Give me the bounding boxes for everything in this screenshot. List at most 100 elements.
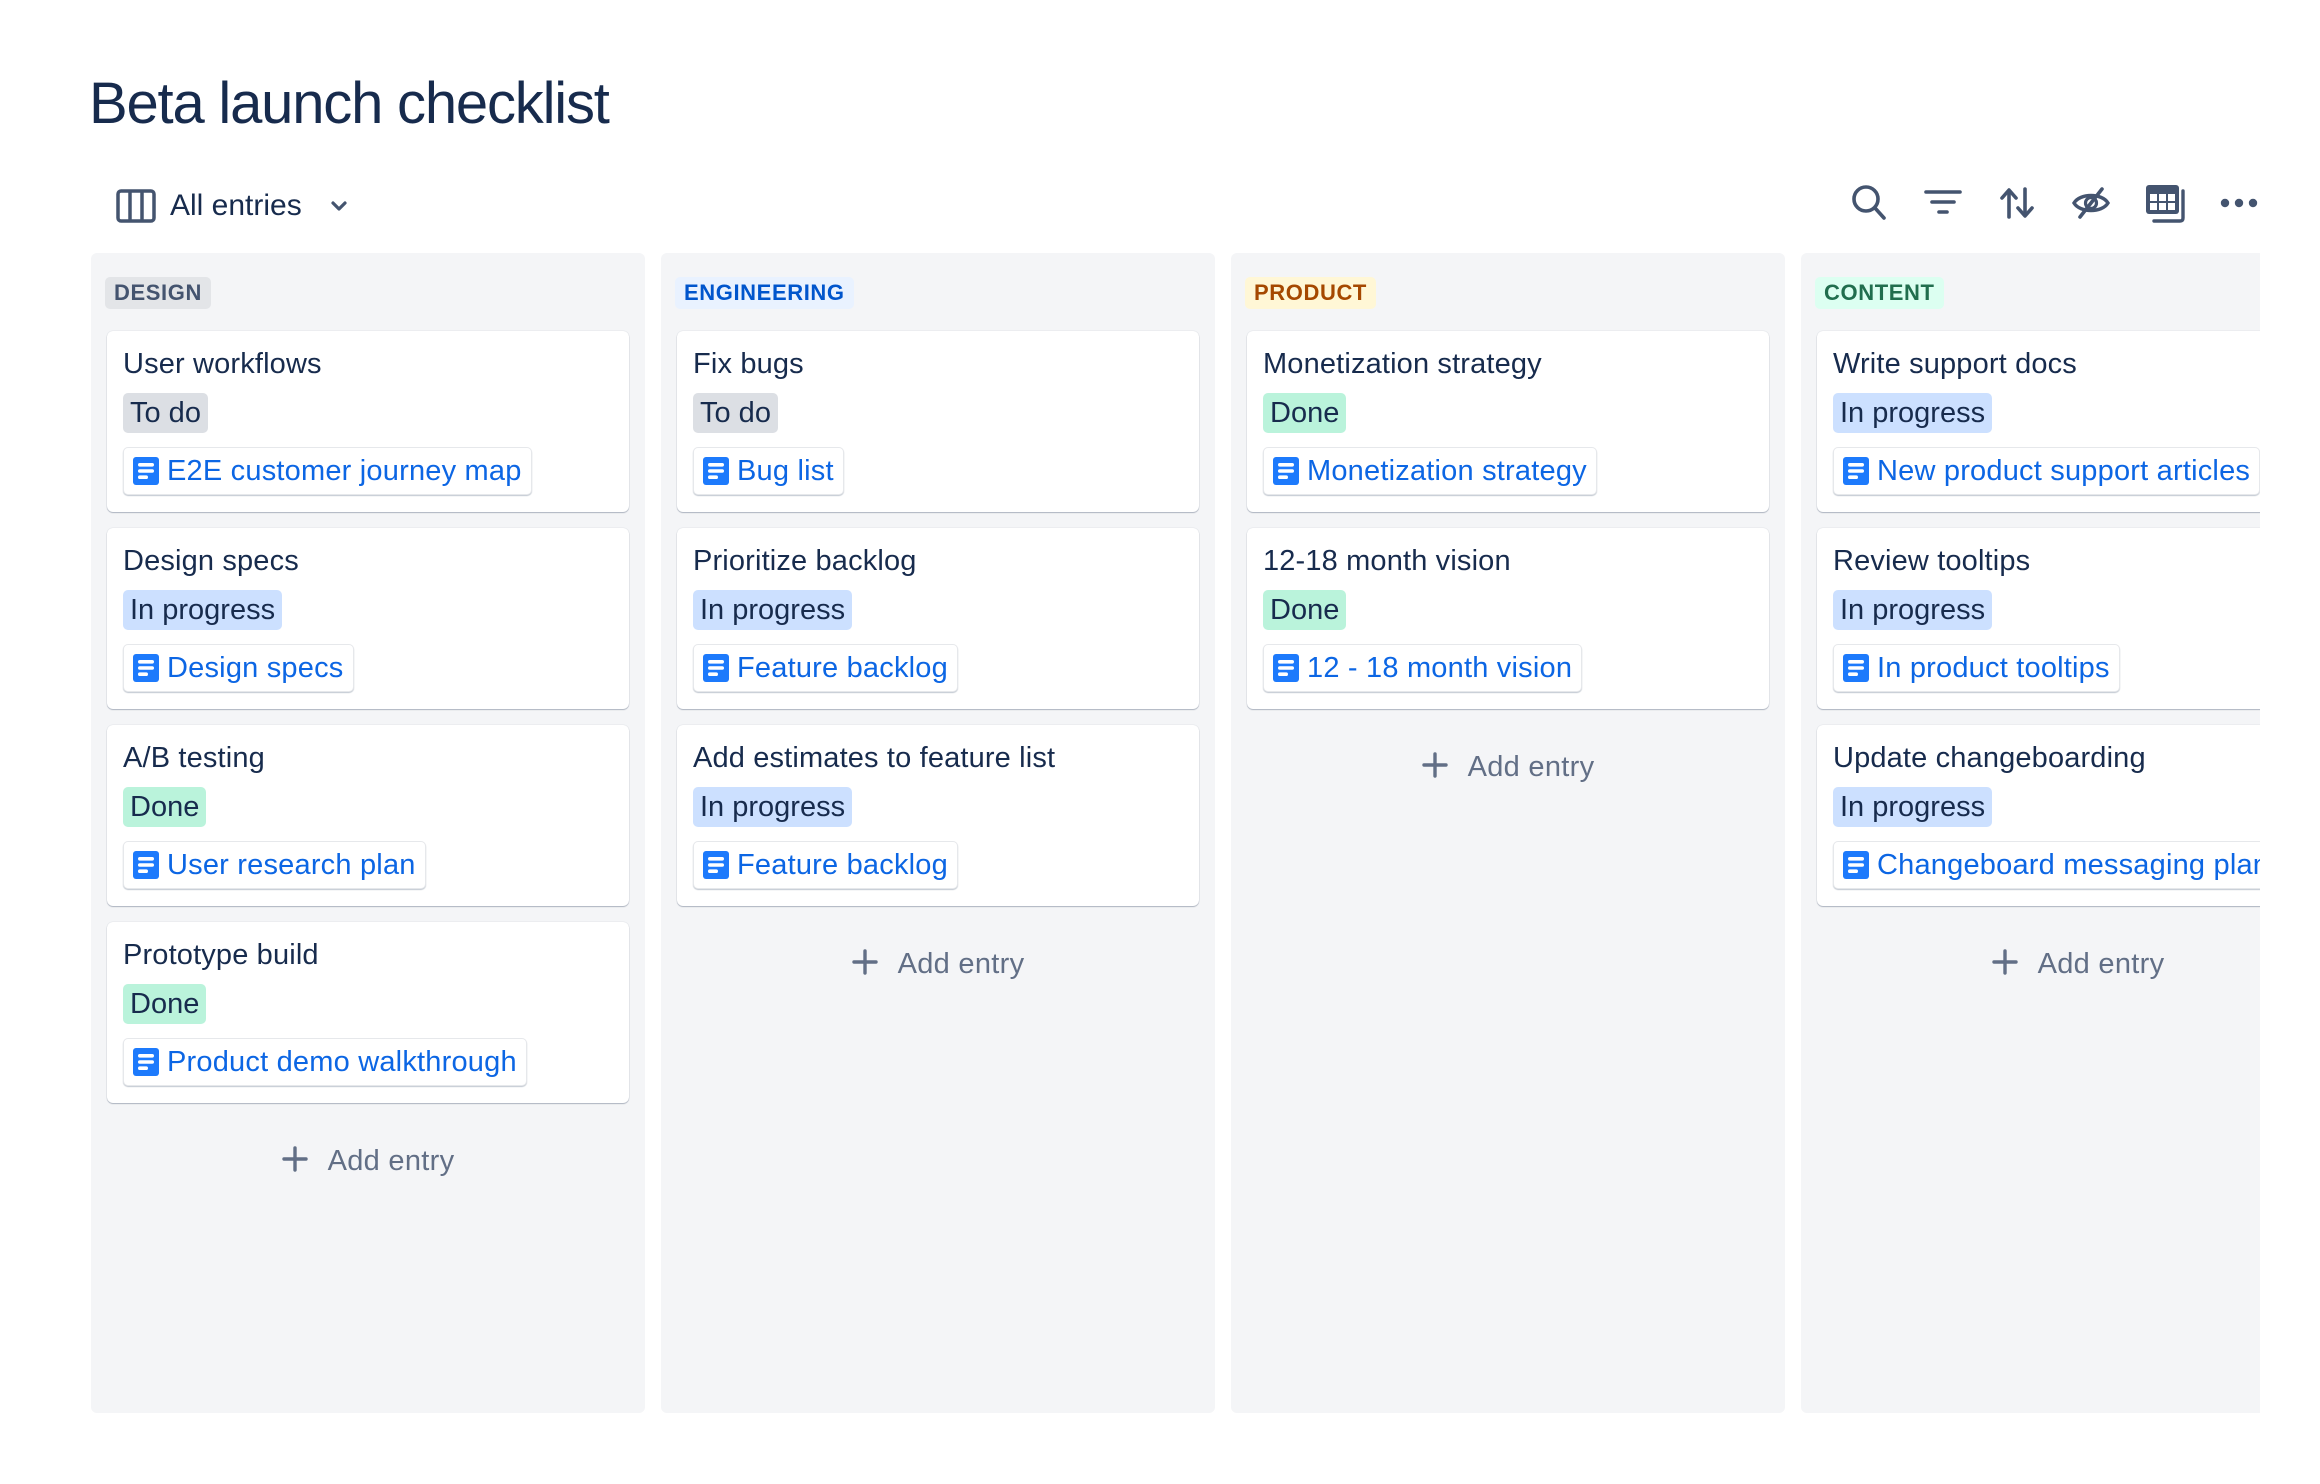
column-product: PRODUCT Monetization strategy Done Monet… [1231, 253, 1785, 1413]
column-design: DESIGN User workflows To do E2E customer… [91, 253, 645, 1413]
more-button[interactable] [2220, 178, 2258, 228]
document-icon [1273, 457, 1299, 485]
status-lozenge[interactable]: In progress [1833, 787, 1993, 827]
column-content: CONTENT Write support docs In progress N… [1801, 253, 2260, 1413]
entry-card[interactable]: Review tooltips In progress In product t… [1817, 528, 2260, 709]
card-list: Monetization strategy Done Monetization … [1247, 331, 1769, 709]
page-link[interactable]: User research plan [123, 841, 426, 889]
sort-icon [1999, 186, 2035, 220]
status-lozenge[interactable]: In progress [123, 590, 283, 630]
add-entry-button[interactable]: Add entry [1247, 747, 1769, 787]
search-button[interactable] [1850, 178, 1888, 228]
page-link-label: Feature backlog [737, 651, 948, 684]
document-icon [133, 1048, 159, 1076]
add-entry-label: Add entry [897, 947, 1025, 980]
plus-icon [1421, 751, 1448, 783]
entry-card[interactable]: Fix bugs To do Bug list [677, 331, 1199, 512]
page-link-label: Bug list [737, 454, 834, 487]
document-icon [133, 457, 159, 485]
card-list: User workflows To do E2E customer journe… [107, 331, 629, 1103]
more-icon [2219, 197, 2259, 209]
document-icon [133, 851, 159, 879]
hide-fields-button[interactable] [2072, 178, 2110, 228]
document-icon [703, 851, 729, 879]
page-link[interactable]: Changeboard messaging plan [1833, 841, 2260, 889]
entry-card[interactable]: Prioritize backlog In progress Feature b… [677, 528, 1199, 709]
entry-title: Prioritize backlog [693, 545, 917, 577]
view-selector[interactable]: All entries [116, 184, 348, 228]
page-link-label: Product demo walkthrough [167, 1045, 517, 1078]
view-label: All entries [170, 189, 302, 222]
page-link[interactable]: Bug list [693, 447, 844, 495]
entry-title: Monetization strategy [1263, 348, 1542, 380]
status-lozenge[interactable]: Done [1263, 393, 1347, 433]
page-link-label: New product support articles [1877, 454, 2251, 487]
status-lozenge[interactable]: To do [693, 393, 778, 433]
status-lozenge[interactable]: In progress [693, 590, 853, 630]
page-link-label: User research plan [167, 848, 416, 881]
column-header-lozenge: PRODUCT [1245, 277, 1376, 309]
page-link-label: Monetization strategy [1307, 454, 1587, 487]
page-link-label: 12 - 18 month vision [1307, 651, 1573, 684]
column-header-lozenge: CONTENT [1815, 277, 1944, 309]
page-link[interactable]: New product support articles [1833, 447, 2260, 495]
entry-card[interactable]: A/B testing Done User research plan [107, 725, 629, 906]
document-icon [1843, 851, 1869, 879]
board: DESIGN User workflows To do E2E customer… [91, 253, 2260, 1413]
board-columns-icon [116, 189, 156, 223]
table-view-button[interactable] [2146, 178, 2185, 228]
add-entry-button[interactable]: Add entry [107, 1141, 629, 1181]
document-icon [1843, 654, 1869, 682]
entry-card[interactable]: Add estimates to feature list In progres… [677, 725, 1199, 906]
page-link-label: E2E customer journey map [167, 454, 522, 487]
document-icon [1843, 457, 1869, 485]
entry-card[interactable]: Prototype build Done Product demo walkth… [107, 922, 629, 1103]
card-list: Write support docs In progress New produ… [1817, 331, 2260, 906]
entry-title: A/B testing [123, 742, 265, 774]
page-link-label: In product tooltips [1877, 651, 2110, 684]
status-lozenge[interactable]: Done [123, 984, 207, 1024]
add-entry-button[interactable]: Add entry [677, 944, 1199, 984]
entry-card[interactable]: User workflows To do E2E customer journe… [107, 331, 629, 512]
status-lozenge[interactable]: In progress [1833, 393, 1993, 433]
document-icon [1273, 654, 1299, 682]
search-icon [1850, 183, 1888, 223]
page-link[interactable]: Product demo walkthrough [123, 1038, 527, 1086]
page-link-label: Design specs [167, 651, 344, 684]
page-title: Beta launch checklist [89, 71, 610, 136]
entry-title: 12-18 month vision [1263, 545, 1511, 577]
plus-icon [281, 1145, 308, 1177]
page-link[interactable]: Design specs [123, 644, 354, 692]
page-link[interactable]: Feature backlog [693, 644, 958, 692]
plus-icon [1991, 948, 2018, 980]
status-lozenge[interactable]: In progress [1833, 590, 1993, 630]
entry-card[interactable]: Monetization strategy Done Monetization … [1247, 331, 1769, 512]
page-link-label: Feature backlog [737, 848, 948, 881]
page-link[interactable]: In product tooltips [1833, 644, 2120, 692]
sort-button[interactable] [1998, 178, 2036, 228]
entry-card[interactable]: Update changeboarding In progress Change… [1817, 725, 2260, 906]
status-lozenge[interactable]: To do [123, 393, 208, 433]
filter-button[interactable] [1924, 178, 1962, 228]
entry-title: Write support docs [1833, 348, 2077, 380]
entry-card[interactable]: Design specs In progress Design specs [107, 528, 629, 709]
page-link[interactable]: 12 - 18 month vision [1263, 644, 1583, 692]
status-lozenge[interactable]: Done [1263, 590, 1347, 630]
page-link[interactable]: E2E customer journey map [123, 447, 532, 495]
plus-icon [851, 948, 878, 980]
column-header-lozenge: ENGINEERING [675, 277, 854, 309]
status-lozenge[interactable]: Done [123, 787, 207, 827]
add-entry-label: Add entry [1467, 750, 1595, 783]
entry-title: Fix bugs [693, 348, 804, 380]
entry-card[interactable]: 12-18 month vision Done 12 - 18 month vi… [1247, 528, 1769, 709]
entry-card[interactable]: Write support docs In progress New produ… [1817, 331, 2260, 512]
entry-title: Update changeboarding [1833, 742, 2146, 774]
page-link[interactable]: Monetization strategy [1263, 447, 1597, 495]
status-lozenge[interactable]: In progress [693, 787, 853, 827]
entry-title: Add estimates to feature list [693, 742, 1056, 774]
page-link[interactable]: Feature backlog [693, 841, 958, 889]
add-entry-button[interactable]: Add entry [1817, 944, 2260, 984]
document-icon [703, 457, 729, 485]
filter-icon [1924, 186, 1962, 220]
card-list: Fix bugs To do Bug list Prioritize backl… [677, 331, 1199, 906]
